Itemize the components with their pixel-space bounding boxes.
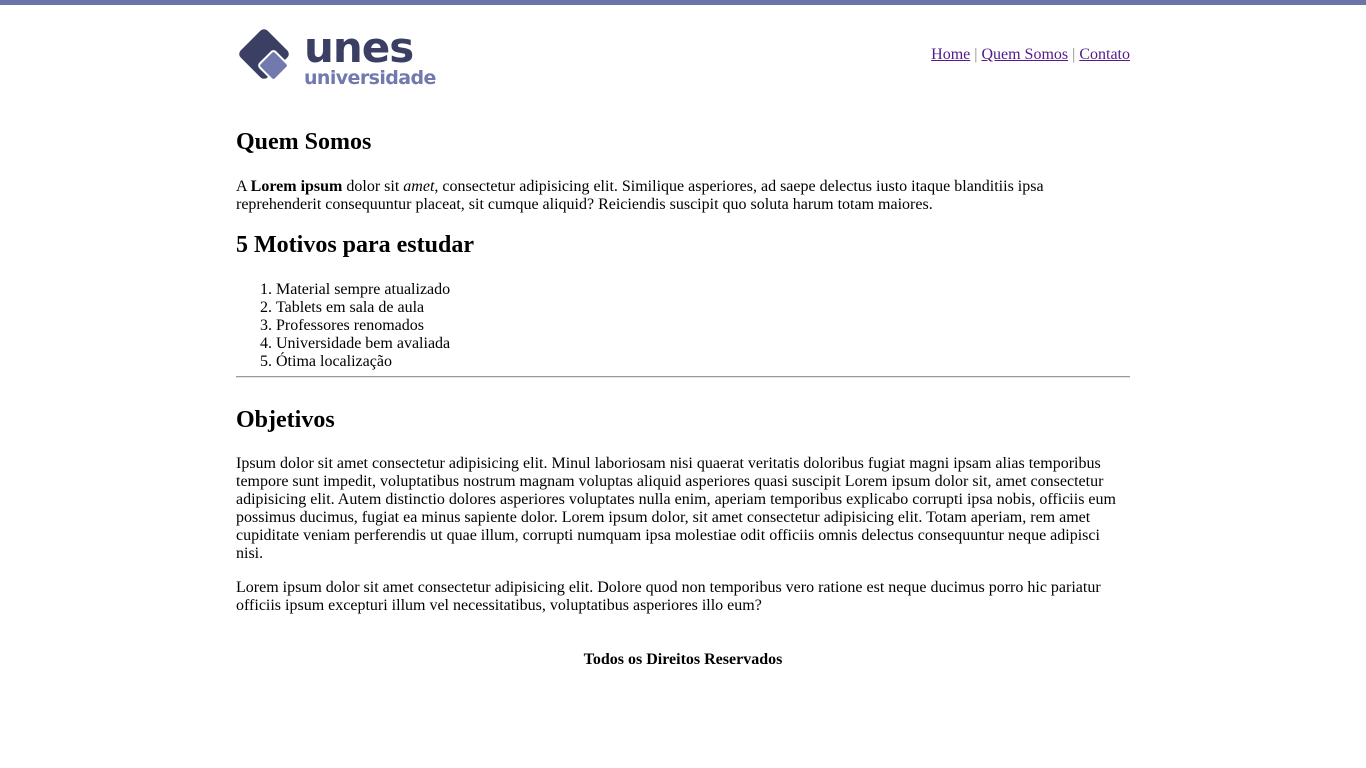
logo-text-main: unes [304,25,413,72]
intro-prefix: A [236,178,251,195]
intro-italic: amet [403,178,435,195]
section-title-quem-somos: Quem Somos [236,129,372,155]
intro-mid: dolor sit [342,178,404,195]
nav-link-home[interactable]: Home [931,46,970,63]
logo-text-sub: universidade [304,67,436,85]
intro-bold: Lorem ipsum [250,178,343,195]
section-title-motivos: 5 Motivos para estudar [236,232,474,258]
reasons-list: Material sempre atualizado Tablets em sa… [236,281,450,371]
list-item: Universidade bem avaliada [276,335,450,353]
list-item: Tablets em sala de aula [276,299,450,317]
unes-logo[interactable]: unes universidade [236,25,450,85]
main-nav: Home | Quem Somos | Contato [931,46,1130,64]
nav-separator: | [1072,46,1076,63]
page-container: unes universidade Home | Quem Somos | Co… [236,5,1130,708]
intro-paragraph: A Lorem ipsum dolor sit amet, consectetu… [236,178,1130,214]
site-footer: Todos os Direitos Reservados [583,651,783,668]
logo-graphic: unes universidade [239,25,436,85]
objectives-paragraph-2: Lorem ipsum dolor sit amet consectetur a… [236,579,1101,614]
main-content: Quem Somos A Lorem ipsum dolor sit amet,… [236,88,1130,708]
list-item: Professores renomados [276,317,450,335]
section-title-objetivos: Objetivos [236,407,335,433]
nav-link-quem-somos[interactable]: Quem Somos [981,46,1068,63]
nav-separator: | [974,46,978,63]
objectives-paragraph-1: Ipsum dolor sit amet consectetur adipisi… [236,455,1116,562]
section-divider [236,376,1130,378]
list-item: Material sempre atualizado [276,281,450,299]
site-header: unes universidade Home | Quem Somos | Co… [236,5,1130,88]
list-item: Ótima localização [276,353,450,371]
nav-link-contato[interactable]: Contato [1079,46,1130,63]
